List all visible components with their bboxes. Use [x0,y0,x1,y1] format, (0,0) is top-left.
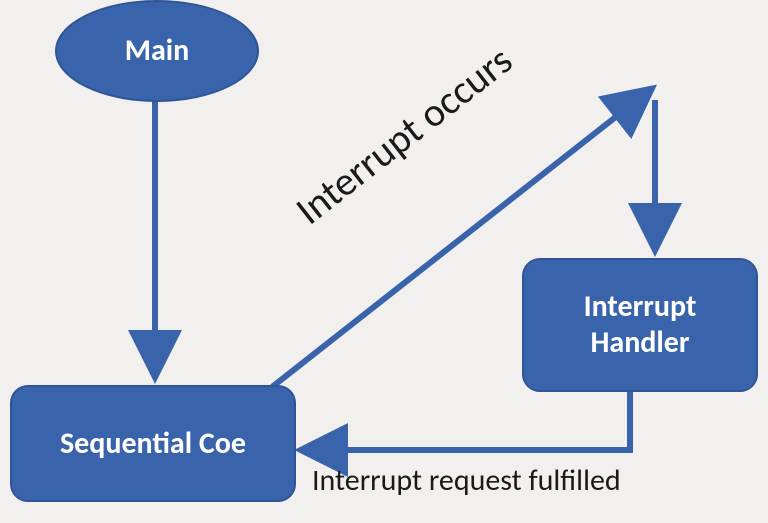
node-sequential-label: Sequential Coe [60,426,246,462]
node-sequential: Sequential Coe [10,385,296,502]
node-handler-label: Interrupt Handler [584,289,697,361]
node-main-label: Main [125,33,190,69]
node-handler: Interrupt Handler [522,258,758,392]
edge-label-interrupt-occurs: Interrupt occurs [286,36,522,235]
edge-label-request-fulfilled: Interrupt request fulfilled [312,462,621,499]
node-handler-line1: Interrupt [584,288,697,325]
node-handler-line2: Handler [590,324,689,361]
diagram-canvas: Main Sequential Coe Interrupt Handler In… [0,0,768,523]
arrow-handler-to-sequential [303,392,630,450]
node-main: Main [55,0,259,102]
